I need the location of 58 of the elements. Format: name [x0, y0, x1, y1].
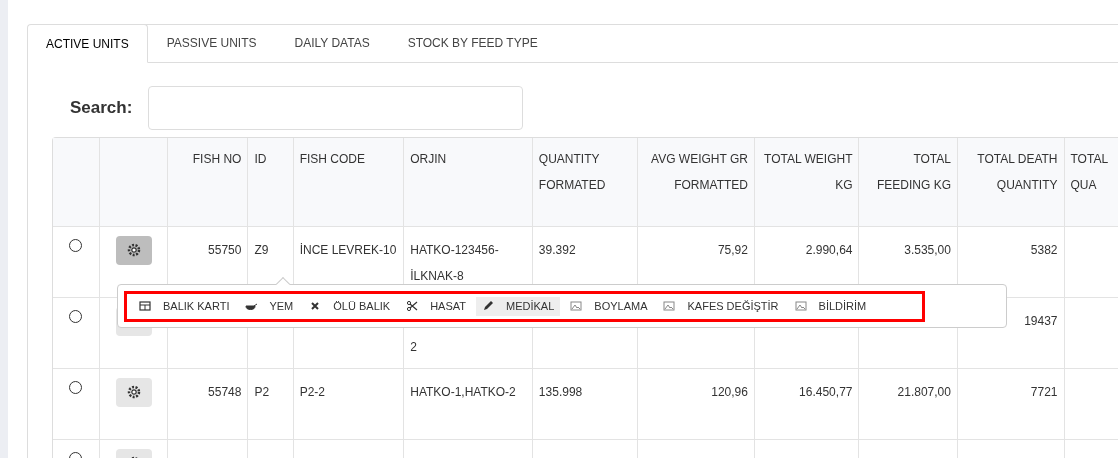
image-icon — [663, 300, 676, 312]
column-header: ID — [247, 138, 294, 226]
settings-button[interactable] — [115, 377, 152, 407]
radio-button[interactable] — [69, 238, 83, 252]
menu-item[interactable]: KAFES DEĞİŞTİR — [657, 296, 785, 316]
table-icon — [139, 300, 151, 312]
column-header: TOTAL FEEDING KG — [859, 138, 958, 226]
settings-button[interactable] — [115, 235, 152, 265]
column-header: TOTAL QUA — [1064, 138, 1118, 226]
column-header: TOTAL WEIGHT KG — [754, 138, 859, 226]
table-cell: 120,96 — [711, 384, 748, 399]
table-cell: 2 — [410, 339, 417, 354]
table-cell: İNCE LEVREK-10 — [299, 242, 397, 257]
scissors-icon — [406, 300, 419, 312]
table-cell: 21.807,00 — [897, 384, 951, 399]
search-label: Search: — [70, 97, 134, 120]
radio-button[interactable] — [69, 309, 83, 323]
column-header: QUANTITY FORMATED — [532, 138, 638, 226]
column-header: AVG WEIGHT GR FORMATTED — [637, 138, 755, 226]
table-cell: Z9 — [254, 242, 269, 257]
table-cell: P2-2 — [299, 384, 326, 399]
table-cell: 2.990,64 — [805, 242, 853, 257]
tab[interactable]: STOCK BY FEED TYPE — [388, 25, 557, 62]
table-cell: 55750 — [208, 242, 242, 257]
menu-item[interactable]: BALIK KARTI — [133, 296, 236, 316]
table-cell: 39.392 — [538, 242, 576, 257]
menu-item[interactable]: MEDİKAL — [476, 296, 561, 316]
column-header: ORJIN — [403, 138, 533, 226]
image-icon — [794, 300, 807, 312]
menu-item[interactable]: ÖLÜ BALIK — [303, 296, 397, 316]
column-header: FISH CODE — [293, 138, 404, 226]
table-cell: 75,92 — [717, 242, 748, 257]
pen-icon — [482, 300, 494, 312]
tab[interactable]: ACTIVE UNITS — [28, 25, 148, 63]
table-cell: 16.450,77 — [799, 384, 853, 399]
table-cell: HATKO-1,HATKO-2 — [410, 384, 516, 399]
table-cell: P2 — [254, 384, 270, 399]
gear-icon — [125, 242, 142, 258]
table-cell: 7721 — [1030, 384, 1058, 399]
table-cell: 135.998 — [538, 384, 583, 399]
table-cell: 55748 — [208, 384, 242, 399]
table-cell: 5382 — [1030, 242, 1058, 257]
tab[interactable]: PASSIVE UNITS — [147, 25, 276, 62]
table-cell: HATKO-123456-İLKNAK-8 — [410, 242, 499, 283]
gear-icon — [125, 384, 142, 400]
image-icon — [570, 300, 583, 312]
search-field[interactable] — [148, 86, 523, 130]
menu-item[interactable]: HASAT — [400, 296, 472, 316]
table-cell: 3.535,00 — [904, 242, 951, 257]
menu-item[interactable]: YEM — [239, 296, 300, 316]
close-icon — [309, 300, 322, 312]
radio-button[interactable] — [69, 380, 83, 394]
tab[interactable]: DAILY DATAS — [275, 25, 389, 62]
column-header: TOTAL DEATH QUANTITY — [957, 138, 1064, 226]
menu-item[interactable]: BOYLAMA — [564, 296, 654, 316]
menu-item[interactable]: BİLDİRİM — [788, 296, 873, 316]
table-cell: 19437 — [1024, 313, 1058, 328]
column-header: FISH NO — [167, 138, 248, 226]
